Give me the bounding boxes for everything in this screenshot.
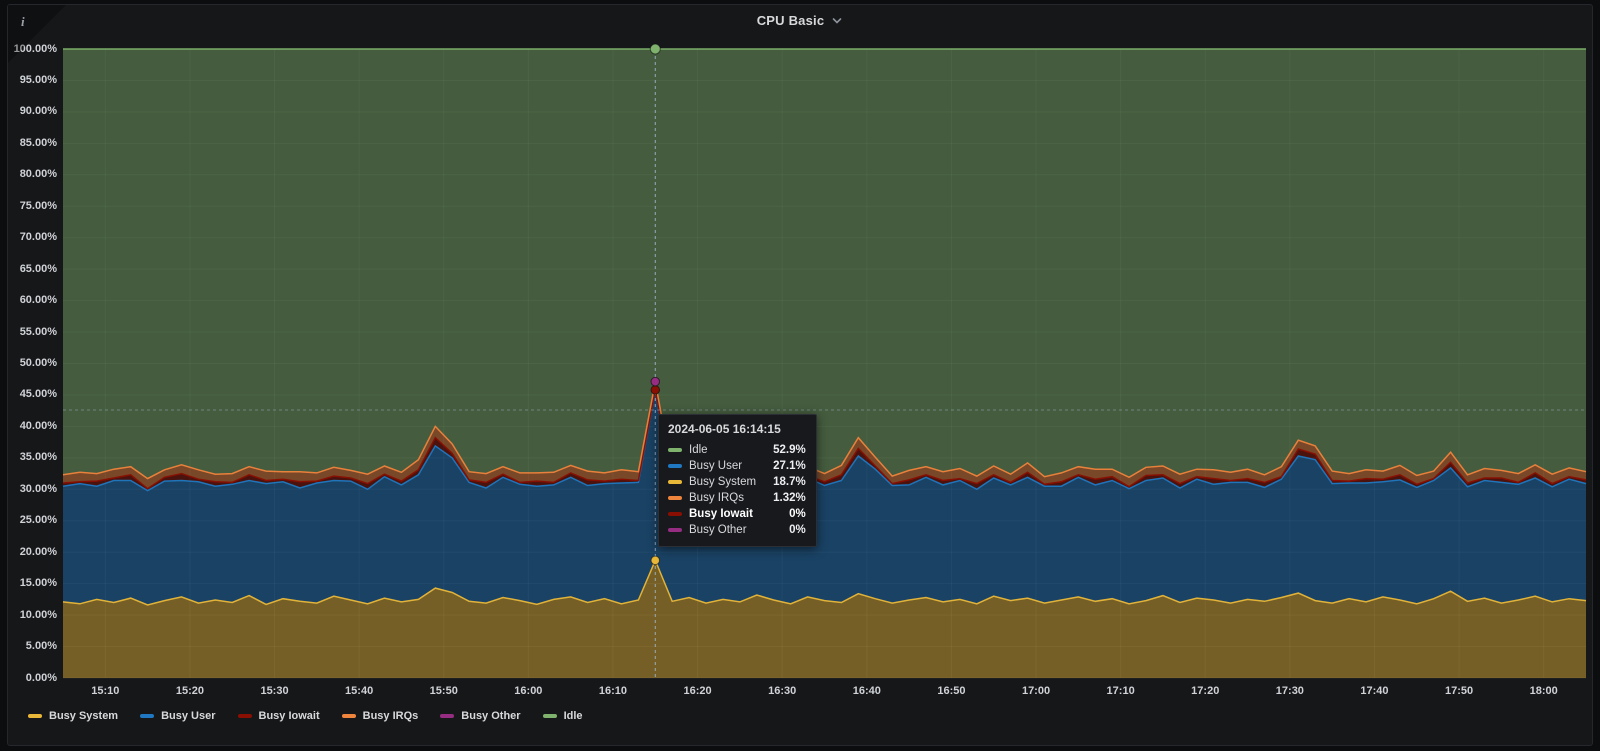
chart-tooltip: 2024-06-05 16:14:15 Idle 52.9% Busy User 27… bbox=[658, 414, 817, 547]
idle-area bbox=[63, 49, 1586, 479]
legend-item-label: Busy IRQs bbox=[362, 710, 419, 722]
hover-marker-busy-system bbox=[650, 555, 660, 566]
series-color-icon bbox=[668, 480, 682, 484]
tooltip-series-name: Idle bbox=[689, 444, 708, 456]
legend-item-busy-other[interactable]: Busy Other bbox=[440, 710, 521, 722]
tooltip-series-name: Busy User bbox=[689, 460, 743, 472]
legend-swatch-icon bbox=[542, 714, 557, 718]
hover-marker-idle bbox=[649, 43, 661, 55]
chevron-down-icon[interactable] bbox=[831, 16, 843, 26]
series-color-icon bbox=[668, 448, 682, 452]
legend-swatch-icon bbox=[237, 714, 252, 718]
tooltip-series-value: 0% bbox=[789, 508, 806, 520]
tooltip-series-value: 18.7% bbox=[773, 476, 806, 488]
series-color-icon bbox=[668, 528, 682, 532]
grafana-panel-view: i CPU Basic 100.00% 95.00% 90.00% 85.00% 80.… bbox=[0, 0, 1600, 751]
hover-marker-busy-other bbox=[650, 376, 660, 387]
panel-header[interactable]: CPU Basic bbox=[0, 6, 1600, 34]
series-color-icon bbox=[668, 496, 682, 500]
legend-item-label: Busy User bbox=[161, 710, 216, 722]
tooltip-row-busy-iowait: Busy Iowait 0% bbox=[668, 506, 806, 522]
tooltip-rows: Idle 52.9% Busy User 27.1% Busy System 18.7% B… bbox=[668, 442, 806, 538]
tooltip-series-name: Busy Other bbox=[689, 524, 747, 536]
panel-title[interactable]: CPU Basic bbox=[757, 13, 825, 28]
tooltip-row-busy-user: Busy User 27.1% bbox=[668, 458, 806, 474]
tooltip-series-name: Busy IRQs bbox=[689, 492, 744, 504]
tooltip-series-value: 0% bbox=[789, 524, 806, 536]
tooltip-series-value: 1.32% bbox=[773, 492, 806, 504]
legend-item-busy-iowait[interactable]: Busy Iowait bbox=[237, 710, 320, 722]
tooltip-row-busy-system: Busy System 18.7% bbox=[668, 474, 806, 490]
series-color-icon bbox=[668, 464, 682, 468]
tooltip-series-name: Busy System bbox=[689, 476, 757, 488]
hover-marker-busy-iowait bbox=[650, 385, 660, 395]
tooltip-series-value: 27.1% bbox=[773, 460, 806, 472]
chart-legend: Busy System Busy User Busy Iowait Busy IRQs… bbox=[28, 710, 583, 722]
tooltip-timestamp: 2024-06-05 16:14:15 bbox=[668, 422, 781, 436]
legend-swatch-icon bbox=[440, 714, 455, 718]
legend-item-busy-user[interactable]: Busy User bbox=[140, 710, 216, 722]
legend-item-busy-system[interactable]: Busy System bbox=[28, 710, 118, 722]
tooltip-row-busy-other: Busy Other 0% bbox=[668, 522, 806, 538]
legend-item-label: Busy Iowait bbox=[258, 710, 320, 722]
tooltip-series-value: 52.9% bbox=[773, 444, 806, 456]
legend-swatch-icon bbox=[140, 714, 155, 718]
legend-item-busy-irqs[interactable]: Busy IRQs bbox=[341, 710, 419, 722]
tooltip-row-busy-irqs: Busy IRQs 1.32% bbox=[668, 490, 806, 506]
legend-swatch-icon bbox=[28, 714, 42, 718]
legend-item-idle[interactable]: Idle bbox=[542, 710, 583, 722]
legend-item-label: Busy System bbox=[49, 710, 119, 722]
series-color-icon bbox=[668, 512, 682, 516]
tooltip-row-idle: Idle 52.9% bbox=[668, 442, 806, 458]
tooltip-series-name: Busy Iowait bbox=[689, 508, 753, 520]
legend-item-label: Idle bbox=[563, 710, 583, 722]
cpu-usage-chart[interactable] bbox=[0, 0, 1600, 751]
legend-swatch-icon bbox=[341, 714, 356, 718]
legend-item-label: Busy Other bbox=[461, 710, 521, 722]
